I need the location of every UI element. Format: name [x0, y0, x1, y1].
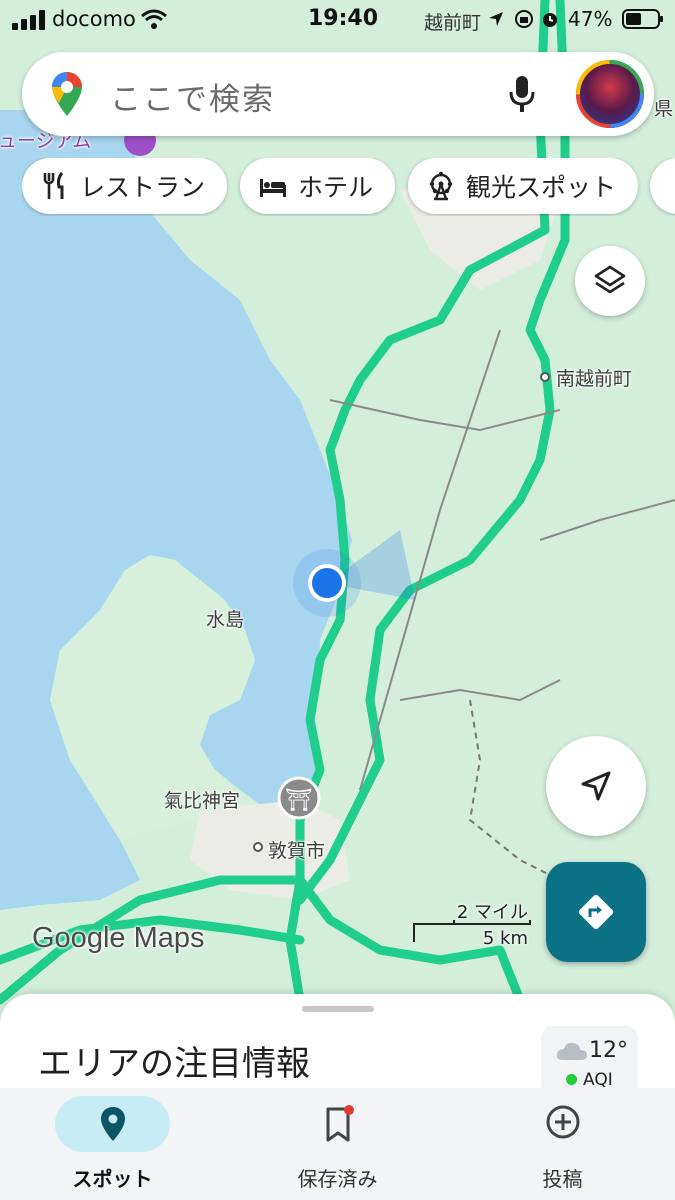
- svg-text:⛩: ⛩: [285, 788, 313, 813]
- chip-label: レストラン: [80, 173, 206, 202]
- chip-label: ホテル: [298, 173, 374, 202]
- weather-widget[interactable]: 12° AQI: [541, 1026, 638, 1096]
- map-label-pref-partial: 県: [654, 98, 674, 120]
- nav-tab-post[interactable]: 投稿: [450, 1088, 675, 1200]
- battery-percent: 47%: [568, 7, 613, 31]
- map-label-kehi-jingu[interactable]: 氣比神宮: [164, 786, 240, 813]
- google-maps-pin-icon: [52, 72, 82, 116]
- search-bar[interactable]: ここで検索: [22, 52, 654, 136]
- map-label-tsuruga[interactable]: 敦賀市: [268, 836, 325, 863]
- sheet-drag-handle[interactable]: [302, 1006, 374, 1012]
- cloud-icon: [556, 1042, 587, 1060]
- category-chips: レストラン ホテル 観光スポット: [22, 158, 675, 216]
- aqi-status-dot: [566, 1074, 577, 1085]
- nav-tab-spot[interactable]: スポット: [0, 1088, 225, 1200]
- location-arrow-icon: [489, 12, 503, 26]
- bottom-navigation: スポット 保存済み 投稿: [0, 1088, 675, 1200]
- nav-label-post: 投稿: [542, 1167, 583, 1191]
- rotation-lock-icon: [515, 10, 533, 28]
- chip-hotel[interactable]: ホテル: [240, 158, 396, 214]
- microphone-icon[interactable]: [506, 74, 538, 114]
- bookmark-icon: [326, 1105, 354, 1142]
- search-input[interactable]: ここで検索: [110, 74, 275, 119]
- aqi-label: AQI: [583, 1070, 613, 1090]
- chip-label: 観光スポット: [466, 173, 617, 202]
- chip-more-partial[interactable]: [650, 158, 675, 214]
- alarm-icon: [543, 13, 557, 27]
- layers-icon: [594, 265, 626, 294]
- fork-knife-icon: [43, 172, 64, 199]
- nav-label-spot: スポット: [72, 1167, 153, 1191]
- status-location: 越前町: [424, 12, 482, 34]
- clock-time: 19:40: [308, 6, 379, 31]
- battery-icon: [622, 9, 663, 29]
- my-location-button[interactable]: [546, 736, 646, 836]
- wifi-icon: [141, 9, 167, 29]
- add-circle-icon: [546, 1105, 580, 1139]
- chip-restaurant[interactable]: レストラン: [22, 158, 228, 214]
- map-scale: 2 マイル 5 km: [412, 896, 532, 952]
- avatar-ring: [576, 60, 644, 128]
- scale-km: 5 km: [482, 928, 528, 949]
- carrier-name: docomo: [52, 7, 136, 31]
- layers-button[interactable]: [575, 246, 645, 316]
- chip-attractions[interactable]: 観光スポット: [408, 158, 639, 214]
- sheet-title: エリアの注目情報: [38, 1044, 310, 1084]
- signal-icon: [12, 10, 45, 30]
- map-label-mizushima[interactable]: 水島: [206, 605, 244, 632]
- status-bar: docomo 19:40 越前町 47%: [0, 0, 675, 40]
- directions-icon: [578, 894, 614, 930]
- map-label-minami-echizen[interactable]: 南越前町: [556, 364, 632, 391]
- directions-button[interactable]: [546, 862, 646, 962]
- weather-temperature: 12°: [589, 1038, 628, 1063]
- google-maps-logo: Google Maps: [32, 922, 205, 954]
- location-pin-icon: [101, 1107, 125, 1141]
- nav-label-saved: 保存済み: [297, 1167, 378, 1191]
- ferris-wheel-icon: [429, 171, 453, 201]
- bed-icon: [260, 179, 286, 197]
- nav-tab-saved[interactable]: 保存済み: [225, 1088, 450, 1200]
- navigation-arrow-icon: [581, 771, 611, 801]
